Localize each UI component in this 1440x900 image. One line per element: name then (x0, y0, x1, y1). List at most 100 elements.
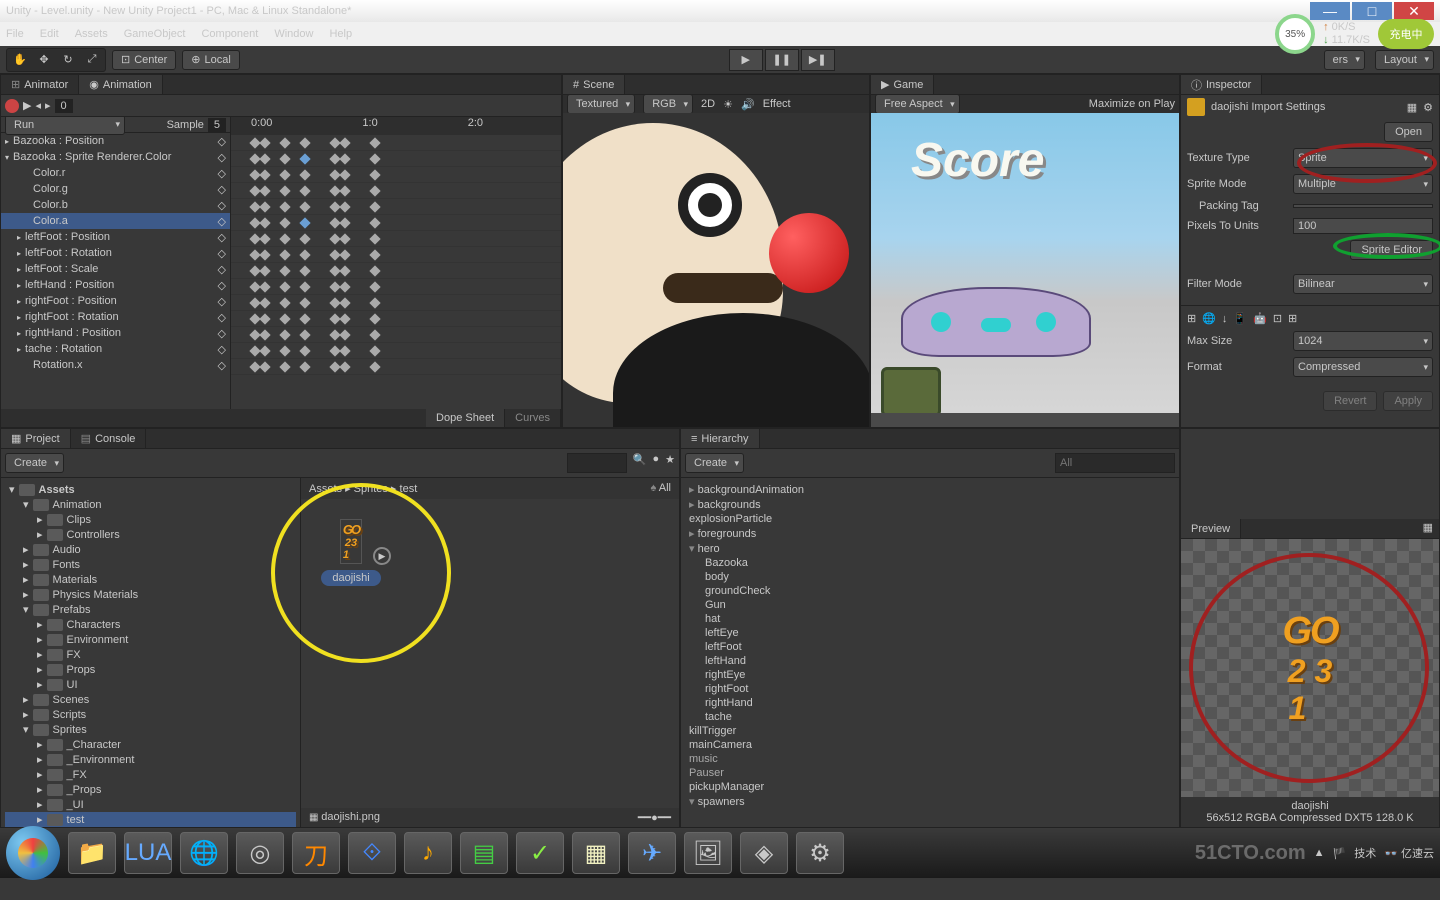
open-button[interactable]: Open (1384, 122, 1433, 142)
anim-prop-row[interactable]: Color.b◇ (1, 197, 230, 213)
play-button[interactable]: ▶ (729, 49, 763, 71)
tree-item[interactable]: ▸_FX (5, 767, 296, 782)
key-track[interactable] (231, 199, 561, 215)
hierarchy-item[interactable]: leftHand (685, 654, 1175, 668)
tray-flag-icon[interactable]: ▲ (1314, 847, 1325, 859)
tree-item[interactable]: ▸Physics Materials (5, 587, 296, 602)
anim-prop-row[interactable]: Rotation.x◇ (1, 357, 230, 373)
2d-toggle[interactable]: 2D (701, 98, 715, 110)
rotate-tool[interactable]: ↻ (57, 51, 79, 69)
app5-icon[interactable]: ▤ (460, 832, 508, 874)
next-key-button[interactable]: ▸ (45, 99, 51, 112)
hierarchy-item[interactable]: explosionParticle (685, 512, 1175, 526)
project-tree[interactable]: ▾ Assets ▾Animation▸Clips▸Controllers▸Au… (1, 478, 301, 827)
anim-prop-row[interactable]: ▸leftFoot : Scale◇ (1, 261, 230, 277)
tree-item[interactable]: ▸Audio (5, 542, 296, 557)
tree-item[interactable]: ▸test (5, 812, 296, 827)
tree-assets-root[interactable]: ▾ Assets (5, 482, 296, 497)
app3-icon[interactable]: ⟐ (348, 832, 396, 874)
app2-icon[interactable]: 刀 (292, 832, 340, 874)
game-view[interactable]: Score (871, 113, 1179, 427)
tree-item[interactable]: ▸Scripts (5, 707, 296, 722)
hierarchy-item[interactable]: body (685, 570, 1175, 584)
menu-help[interactable]: Help (329, 28, 352, 40)
tree-item[interactable]: ▸Controllers (5, 527, 296, 542)
anim-prop-row[interactable]: ▸tache : Rotation◇ (1, 341, 230, 357)
tree-item[interactable]: ▾Sprites (5, 722, 296, 737)
hierarchy-tree[interactable]: backgroundAnimationbackgroundsexplosionP… (681, 478, 1179, 813)
tab-animation[interactable]: ◉ Animation (79, 75, 163, 94)
aspect-dropdown[interactable]: Free Aspect (875, 94, 960, 114)
menu-edit[interactable]: Edit (40, 28, 59, 40)
chrome-icon[interactable]: 🌐 (180, 832, 228, 874)
preview-view[interactable]: GO 2 3 1 (1181, 539, 1439, 797)
search-input[interactable] (567, 453, 627, 473)
tray-ime-icon[interactable]: 👓 亿速云 (1384, 845, 1434, 861)
anim-prop-row[interactable]: Color.r◇ (1, 165, 230, 181)
hierarchy-item[interactable]: mainCamera (685, 738, 1175, 752)
hierarchy-item[interactable]: tache (685, 710, 1175, 724)
explorer-icon[interactable]: 📁 (68, 832, 116, 874)
prev-key-button[interactable]: ◂ (35, 99, 41, 112)
tree-item[interactable]: ▸_Props (5, 782, 296, 797)
anim-prop-row[interactable]: ▸leftHand : Position◇ (1, 277, 230, 293)
save-filter-icon[interactable]: ★ (665, 453, 675, 473)
revert-button[interactable]: Revert (1323, 391, 1377, 411)
packing-tag-field[interactable] (1293, 204, 1433, 208)
unity-icon[interactable]: ◈ (740, 832, 788, 874)
key-track[interactable] (231, 359, 561, 375)
tree-item[interactable]: ▸_Character (5, 737, 296, 752)
hierarchy-item[interactable]: groundCheck (685, 584, 1175, 598)
clip-dropdown[interactable]: Run (5, 117, 125, 135)
tree-item[interactable]: ▸Scenes (5, 692, 296, 707)
key-track[interactable] (231, 183, 561, 199)
tree-item[interactable]: ▸Clips (5, 512, 296, 527)
tab-scene[interactable]: # Scene (563, 75, 625, 94)
format-dropdown[interactable]: Compressed (1293, 357, 1433, 377)
key-track[interactable] (231, 151, 561, 167)
tree-item[interactable]: ▸Characters (5, 617, 296, 632)
audio-toggle[interactable]: 🔊 (741, 98, 755, 111)
create-dropdown[interactable]: Create (5, 453, 64, 473)
key-track[interactable] (231, 247, 561, 263)
tree-item[interactable]: ▸Environment (5, 632, 296, 647)
hierarchy-item[interactable]: rightEye (685, 668, 1175, 682)
layout-dropdown[interactable]: Layout (1375, 50, 1434, 70)
settings-icon[interactable]: ⚙ (796, 832, 844, 874)
layers-dropdown[interactable]: ers (1324, 50, 1365, 70)
anim-prop-row[interactable]: ▸Bazooka : Position◇ (1, 133, 230, 149)
hierarchy-item[interactable]: hat (685, 612, 1175, 626)
platform-win-icon[interactable]: ⊞ (1288, 312, 1297, 325)
sample-field[interactable]: 5 (208, 118, 226, 132)
light-toggle[interactable]: ☀ (723, 98, 733, 111)
tab-preview[interactable]: Preview (1181, 519, 1241, 538)
curves-tab[interactable]: Curves (505, 409, 561, 427)
tab-console[interactable]: ▤ Console (71, 429, 147, 448)
anim-prop-row[interactable]: ▸rightHand : Position◇ (1, 325, 230, 341)
anim-prop-row[interactable]: ▾Bazooka : Sprite Renderer.Color◇ (1, 149, 230, 165)
menu-file[interactable]: File (6, 28, 24, 40)
key-track[interactable] (231, 343, 561, 359)
menu-window[interactable]: Window (274, 28, 313, 40)
tab-animator[interactable]: ⊞ Animator (1, 75, 79, 94)
anim-prop-row[interactable]: ▸rightFoot : Position◇ (1, 293, 230, 309)
anim-prop-row[interactable]: ▸rightFoot : Rotation◇ (1, 309, 230, 325)
key-track[interactable] (231, 215, 561, 231)
key-track[interactable] (231, 135, 561, 151)
platform-bb-icon[interactable]: ⊡ (1273, 312, 1282, 325)
key-track[interactable] (231, 279, 561, 295)
tree-item[interactable]: ▸_UI (5, 797, 296, 812)
hierarchy-item[interactable]: Bazooka (685, 556, 1175, 570)
key-track[interactable] (231, 327, 561, 343)
platform-android-icon[interactable]: 🤖 (1253, 312, 1267, 325)
hierarchy-item[interactable]: leftEye (685, 626, 1175, 640)
hierarchy-item[interactable]: backgrounds (685, 497, 1175, 512)
photos-icon[interactable]: 🖼 (684, 832, 732, 874)
hierarchy-item[interactable]: Pauser (685, 766, 1175, 780)
tree-item[interactable]: ▸Materials (5, 572, 296, 587)
filter-icon[interactable]: ● (652, 453, 659, 473)
settings-icon[interactable]: ⚙ (1423, 101, 1433, 114)
key-track[interactable] (231, 311, 561, 327)
step-button[interactable]: ▶❚ (801, 49, 835, 71)
hierarchy-item[interactable]: backgroundAnimation (685, 482, 1175, 497)
